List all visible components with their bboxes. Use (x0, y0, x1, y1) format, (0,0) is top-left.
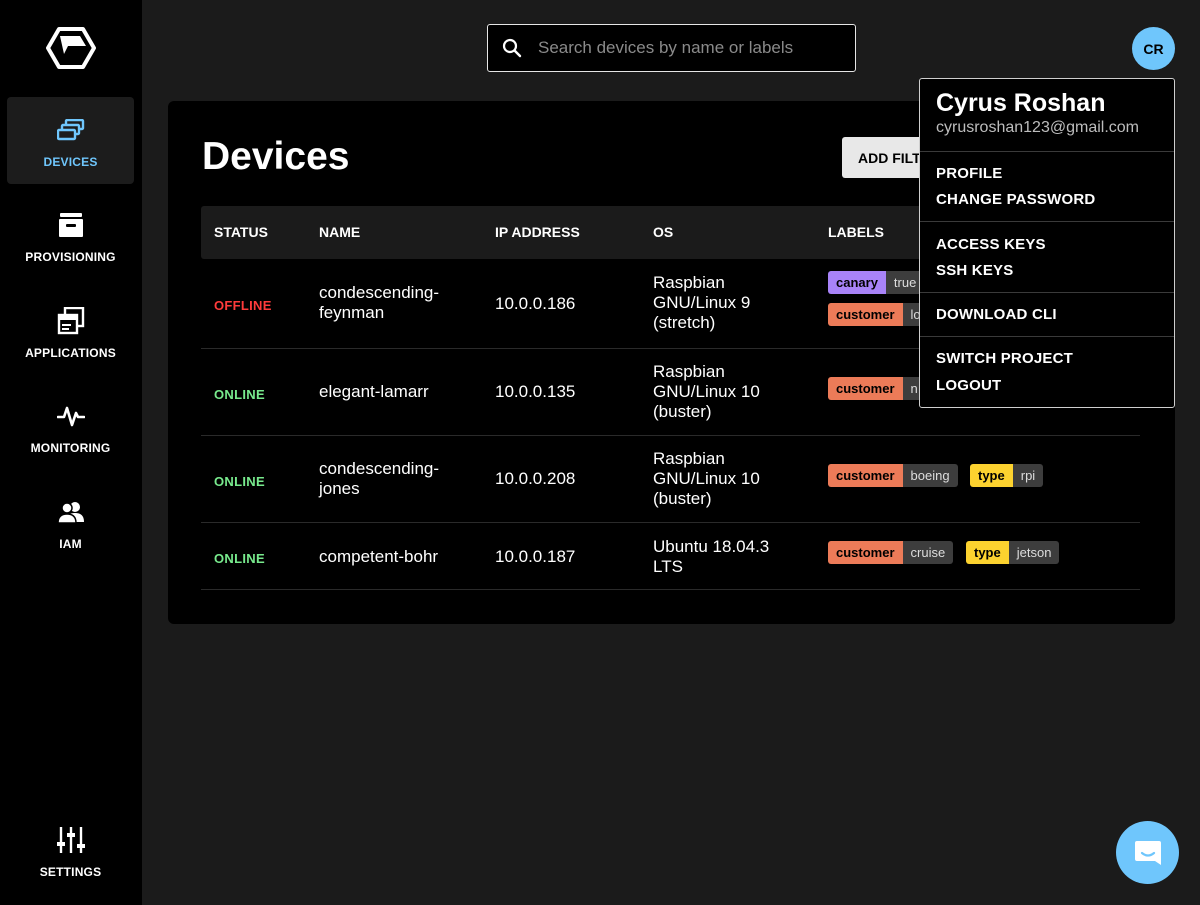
device-name[interactable]: condescending- jones (319, 459, 439, 499)
device-label[interactable]: type rpi (970, 464, 1044, 487)
sidebar-item-label: DEVICES (43, 155, 98, 169)
device-os: Ubuntu 18.04.3 LTS (653, 537, 770, 576)
sidebar-item-provisioning[interactable]: PROVISIONING (7, 192, 134, 279)
device-label[interactable]: customer cruise (828, 541, 954, 564)
label-key: customer (828, 303, 903, 326)
sidebar-item-applications[interactable]: APPLICATIONS (7, 288, 134, 375)
label-value: jetson (1008, 541, 1060, 564)
device-os: Raspbian GNU/Linux 10 (buster) (653, 449, 760, 508)
table-row[interactable]: ONLINE competent-bohr 10.0.0.187 Ubuntu … (201, 523, 1140, 590)
device-label[interactable]: canary true (828, 271, 925, 294)
users-icon (56, 497, 86, 527)
column-header-os[interactable]: OS (653, 224, 673, 240)
device-label[interactable]: customer boeing (828, 464, 958, 487)
archive-box-icon (56, 210, 86, 240)
device-ip: 10.0.0.187 (495, 547, 576, 566)
device-ip: 10.0.0.186 (495, 294, 576, 313)
menu-divider (920, 151, 1174, 152)
chat-bubble-icon (1134, 840, 1161, 865)
device-label[interactable]: type jetson (966, 541, 1060, 564)
column-header-name[interactable]: NAME (319, 224, 360, 240)
user-email: cyrusroshan123@gmail.com (936, 119, 1139, 136)
sidebar-item-settings[interactable]: SETTINGS (7, 807, 134, 894)
menu-item-logout[interactable]: LOGOUT (936, 377, 1001, 394)
menu-divider (920, 221, 1174, 222)
sidebar-item-devices[interactable]: DEVICES (7, 97, 134, 184)
label-key: customer (828, 541, 903, 564)
device-os: Raspbian GNU/Linux 10 (buster) (653, 362, 760, 421)
column-header-labels[interactable]: LABELS (828, 224, 884, 240)
label-value: boeing (902, 464, 958, 487)
label-key: customer (828, 464, 903, 487)
device-name[interactable]: condescending- feynman (319, 283, 439, 323)
status-badge: ONLINE (214, 387, 265, 402)
status-badge: ONLINE (214, 474, 265, 489)
sidebar-item-label: SETTINGS (39, 865, 102, 879)
menu-item-download-cli[interactable]: DOWNLOAD CLI (936, 306, 1057, 323)
applications-icon (56, 306, 86, 336)
table-row[interactable]: ONLINE condescending- jones 10.0.0.208 R… (201, 436, 1140, 523)
devices-icon (56, 115, 86, 145)
sidebar-item-monitoring[interactable]: MONITORING (7, 383, 134, 470)
chat-button[interactable] (1116, 821, 1179, 884)
menu-divider (920, 336, 1174, 337)
device-ip: 10.0.0.208 (495, 469, 576, 488)
search-input[interactable] (538, 38, 828, 58)
user-dropdown-menu: Cyrus Roshan cyrusroshan123@gmail.com PR… (919, 78, 1175, 408)
device-name[interactable]: elegant-lamarr (319, 382, 429, 402)
label-value: cruise (902, 541, 954, 564)
menu-item-change-password[interactable]: CHANGE PASSWORD (936, 191, 1095, 208)
search-icon (502, 38, 522, 58)
label-key: type (966, 541, 1009, 564)
sliders-icon (56, 825, 86, 855)
column-header-status[interactable]: STATUS (214, 224, 268, 240)
device-label[interactable]: customer n (828, 377, 926, 400)
status-badge: OFFLINE (214, 298, 272, 313)
sidebar-item-label: MONITORING (30, 441, 111, 455)
device-ip: 10.0.0.135 (495, 382, 576, 401)
device-os: Raspbian GNU/Linux 9 (stretch) (653, 273, 751, 332)
label-value: rpi (1012, 464, 1044, 487)
menu-divider (920, 292, 1174, 293)
sidebar-item-label: IAM (59, 537, 82, 551)
avatar[interactable]: CR (1132, 27, 1175, 70)
menu-item-profile[interactable]: PROFILE (936, 165, 1002, 182)
menu-item-access-keys[interactable]: ACCESS KEYS (936, 236, 1046, 253)
label-key: customer (828, 377, 903, 400)
column-header-ip[interactable]: IP ADDRESS (495, 224, 580, 240)
pulse-icon (56, 401, 86, 431)
sidebar-item-label: PROVISIONING (25, 250, 116, 264)
user-name: Cyrus Roshan (936, 89, 1106, 117)
label-key: canary (828, 271, 886, 294)
sidebar-item-label: APPLICATIONS (25, 346, 116, 360)
sidebar-item-iam[interactable]: IAM (7, 479, 134, 566)
menu-item-switch-project[interactable]: SWITCH PROJECT (936, 350, 1073, 367)
device-name[interactable]: competent-bohr (319, 547, 438, 567)
sidebar: DEVICES PROVISIONING APPLICATIONS MONITO… (0, 0, 142, 905)
menu-item-ssh-keys[interactable]: SSH KEYS (936, 262, 1013, 279)
status-badge: ONLINE (214, 551, 265, 566)
device-label[interactable]: customer lo (828, 303, 929, 326)
search-bar[interactable] (487, 24, 856, 72)
logo-icon[interactable] (46, 26, 96, 70)
page-title: Devices (202, 135, 350, 178)
label-key: type (970, 464, 1013, 487)
